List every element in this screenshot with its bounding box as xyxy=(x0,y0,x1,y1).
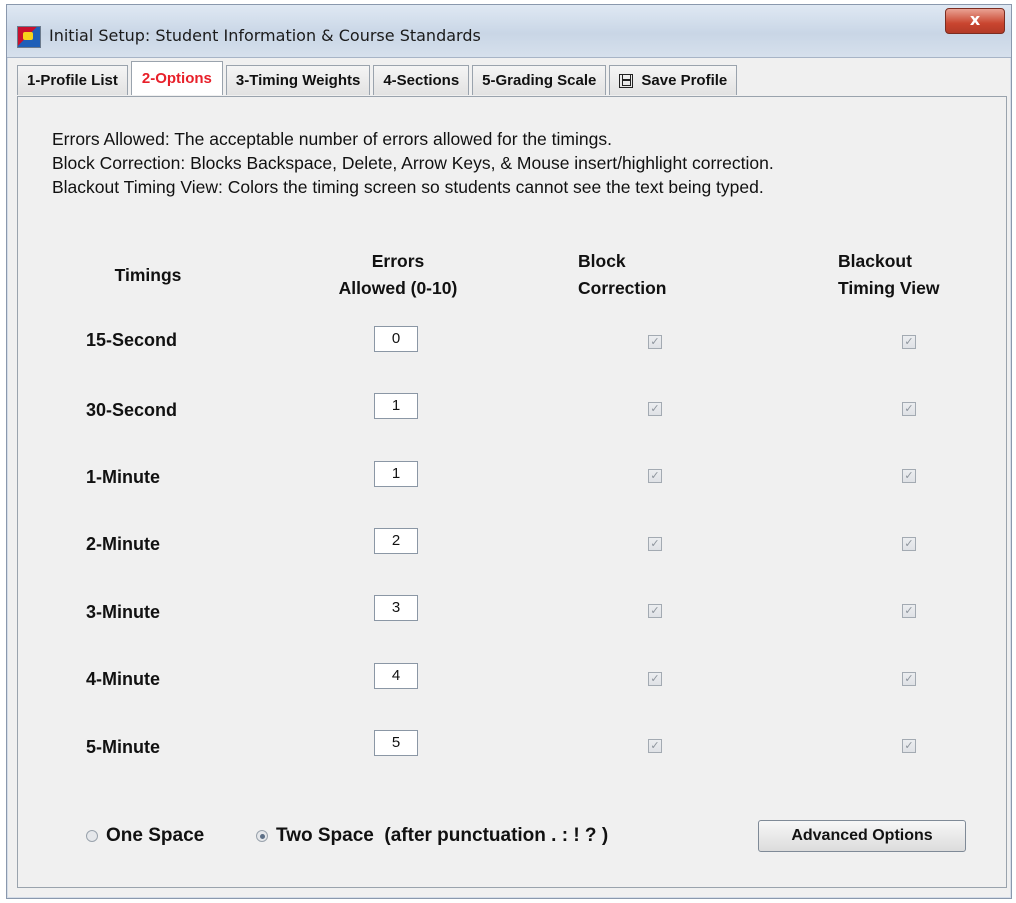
description-errors: Errors Allowed: The acceptable number of… xyxy=(52,129,612,149)
row-label: 15-Second xyxy=(86,330,178,350)
header-errors: Errors Allowed (0-10) xyxy=(308,248,488,302)
errors-allowed-input[interactable]: 1 xyxy=(374,393,418,419)
blackout-checkbox[interactable]: ✓ xyxy=(902,335,916,349)
errors-allowed-input[interactable]: 0 xyxy=(374,326,418,352)
window-title: Initial Setup: Student Information & Cou… xyxy=(49,26,481,45)
description-blackout: Blackout Timing View: Colors the timing … xyxy=(52,177,764,197)
options-panel: Errors Allowed: The acceptable number of… xyxy=(17,96,1007,888)
header-blackout-line2: Timing View xyxy=(838,278,940,298)
tab-sections[interactable]: 4-Sections xyxy=(373,65,470,95)
title-bar: Initial Setup: Student Information & Cou… xyxy=(7,5,1011,58)
row-label: 3-Minute xyxy=(86,602,160,622)
tab-timing-weights[interactable]: 3-Timing Weights xyxy=(225,65,371,95)
block-correction-checkbox[interactable]: ✓ xyxy=(648,469,662,483)
block-correction-checkbox[interactable]: ✓ xyxy=(648,335,662,349)
errors-allowed-input[interactable]: 1 xyxy=(374,461,418,487)
two-space-option[interactable]: Two Space (after punctuation . : ! ? ) xyxy=(256,825,608,847)
row-label: 2-Minute xyxy=(86,534,160,554)
blackout-checkbox[interactable]: ✓ xyxy=(902,402,916,416)
header-block-line1: Block xyxy=(578,251,626,271)
close-button[interactable]: x xyxy=(945,8,1005,34)
errors-allowed-input[interactable]: 5 xyxy=(374,730,418,756)
header-blackout: Blackout Timing View xyxy=(838,248,988,302)
blackout-checkbox[interactable]: ✓ xyxy=(902,537,916,551)
advanced-options-button[interactable]: Advanced Options xyxy=(758,820,966,852)
row-label: 30-Second xyxy=(86,400,178,420)
two-space-label: Two Space (after punctuation . : ! ? ) xyxy=(276,825,609,846)
header-block: Block Correction xyxy=(578,248,718,302)
tab-profile-list[interactable]: 1-Profile List xyxy=(17,65,128,95)
description-block: Block Correction: Blocks Backspace, Dele… xyxy=(52,153,774,173)
block-correction-checkbox[interactable]: ✓ xyxy=(648,672,662,686)
tab-bar: 1-Profile List 2-Options 3-Timing Weight… xyxy=(17,61,740,97)
block-correction-checkbox[interactable]: ✓ xyxy=(648,604,662,618)
save-profile-label: Save Profile xyxy=(641,71,728,89)
block-correction-checkbox[interactable]: ✓ xyxy=(648,402,662,416)
one-space-radio[interactable] xyxy=(86,830,98,842)
blackout-checkbox[interactable]: ✓ xyxy=(902,469,916,483)
header-errors-line1: Errors xyxy=(371,251,425,271)
blackout-checkbox[interactable]: ✓ xyxy=(902,739,916,753)
blackout-checkbox[interactable]: ✓ xyxy=(902,604,916,618)
header-blackout-line1: Blackout xyxy=(838,251,912,271)
header-block-line2: Correction xyxy=(578,278,667,298)
save-icon xyxy=(619,73,634,88)
row-label: 1-Minute xyxy=(86,467,160,487)
block-correction-checkbox[interactable]: ✓ xyxy=(648,537,662,551)
setup-window: Initial Setup: Student Information & Cou… xyxy=(6,4,1012,899)
tab-options[interactable]: 2-Options xyxy=(130,61,223,95)
block-correction-checkbox[interactable]: ✓ xyxy=(648,739,662,753)
tab-grading-scale[interactable]: 5-Grading Scale xyxy=(472,65,607,95)
blackout-checkbox[interactable]: ✓ xyxy=(902,672,916,686)
errors-allowed-input[interactable]: 3 xyxy=(374,595,418,621)
one-space-label: One Space xyxy=(106,825,205,846)
header-errors-line2: Allowed (0-10) xyxy=(338,278,458,298)
errors-allowed-input[interactable]: 2 xyxy=(374,528,418,554)
row-label: 4-Minute xyxy=(86,669,160,689)
two-space-radio[interactable] xyxy=(256,830,268,842)
row-label: 5-Minute xyxy=(86,737,160,757)
tab-save-profile[interactable]: Save Profile xyxy=(609,65,738,95)
app-icon xyxy=(17,26,41,48)
one-space-option[interactable]: One Space xyxy=(86,825,204,847)
errors-allowed-input[interactable]: 4 xyxy=(374,663,418,689)
header-timings: Timings xyxy=(114,265,182,285)
